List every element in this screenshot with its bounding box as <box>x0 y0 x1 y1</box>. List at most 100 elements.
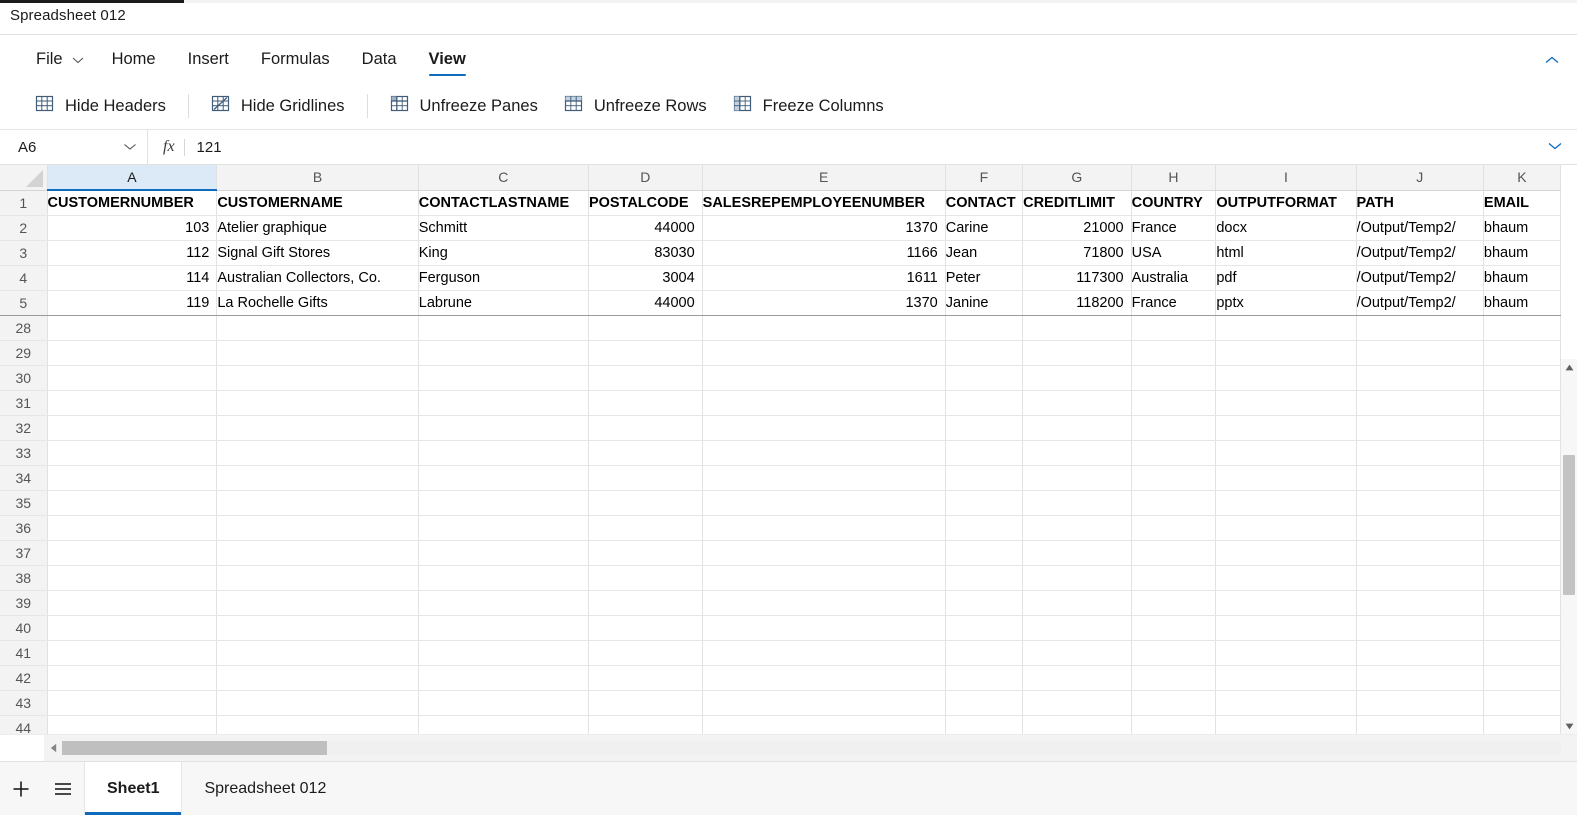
cell-G4[interactable]: 117300 <box>1022 265 1132 291</box>
row-header-40[interactable]: 40 <box>0 615 48 641</box>
row-header-36[interactable]: 36 <box>0 515 48 541</box>
cell-F37[interactable] <box>945 540 1024 566</box>
cell-G3[interactable]: 71800 <box>1022 240 1132 266</box>
hide-headers-button[interactable]: Hide Headers <box>22 89 179 123</box>
cell-F4[interactable]: Peter <box>945 265 1024 291</box>
cell-E43[interactable] <box>702 690 946 716</box>
cell-I5[interactable]: pptx <box>1215 290 1357 316</box>
cell-E28[interactable] <box>702 315 946 341</box>
cell-J40[interactable] <box>1356 615 1484 641</box>
cell-A39[interactable] <box>47 590 218 616</box>
cell-G30[interactable] <box>1022 365 1132 391</box>
cell-I28[interactable] <box>1215 315 1357 341</box>
cell-I33[interactable] <box>1215 440 1357 466</box>
cell-F42[interactable] <box>945 665 1024 691</box>
cell-D1[interactable]: POSTALCODE <box>588 190 703 216</box>
cell-E40[interactable] <box>702 615 946 641</box>
cell-D44[interactable] <box>588 715 703 734</box>
cell-A32[interactable] <box>47 415 218 441</box>
cell-K34[interactable] <box>1483 465 1561 491</box>
cell-I35[interactable] <box>1215 490 1357 516</box>
cell-F39[interactable] <box>945 590 1024 616</box>
cell-J1[interactable]: PATH <box>1356 190 1484 216</box>
cell-J28[interactable] <box>1356 315 1484 341</box>
cell-A34[interactable] <box>47 465 218 491</box>
freeze-columns-button[interactable]: Freeze Columns <box>720 89 897 123</box>
unfreeze-panes-button[interactable]: Unfreeze Panes <box>377 89 551 123</box>
row-header-28[interactable]: 28 <box>0 315 48 341</box>
sheet-tab-sheet1[interactable]: Sheet1 <box>84 762 183 815</box>
cell-D28[interactable] <box>588 315 703 341</box>
cell-D30[interactable] <box>588 365 703 391</box>
sheet-tab-spreadsheet-012[interactable]: Spreadsheet 012 <box>182 762 348 815</box>
cell-D42[interactable] <box>588 665 703 691</box>
vertical-scrollbar[interactable] <box>1561 165 1577 734</box>
row-header-2[interactable]: 2 <box>0 215 48 241</box>
cell-H43[interactable] <box>1131 690 1217 716</box>
cell-G36[interactable] <box>1022 515 1132 541</box>
cell-H30[interactable] <box>1131 365 1217 391</box>
cell-H28[interactable] <box>1131 315 1217 341</box>
cell-G33[interactable] <box>1022 440 1132 466</box>
cell-G38[interactable] <box>1022 565 1132 591</box>
cell-B29[interactable] <box>216 340 419 366</box>
cell-A3[interactable]: 112 <box>47 240 218 266</box>
cell-D3[interactable]: 83030 <box>588 240 703 266</box>
cell-C1[interactable]: CONTACTLASTNAME <box>418 190 589 216</box>
scroll-down-button[interactable] <box>1561 718 1577 734</box>
cell-H36[interactable] <box>1131 515 1217 541</box>
cell-B32[interactable] <box>216 415 419 441</box>
cell-J4[interactable]: /Output/Temp2/ <box>1356 265 1484 291</box>
cell-E37[interactable] <box>702 540 946 566</box>
cell-D31[interactable] <box>588 390 703 416</box>
cell-I32[interactable] <box>1215 415 1357 441</box>
cell-G1[interactable]: CREDITLIMIT <box>1022 190 1132 216</box>
row-header-44[interactable]: 44 <box>0 715 48 734</box>
column-header-a[interactable]: A <box>47 165 218 191</box>
cell-D39[interactable] <box>588 590 703 616</box>
cell-I44[interactable] <box>1215 715 1357 734</box>
cell-B36[interactable] <box>216 515 419 541</box>
cell-D34[interactable] <box>588 465 703 491</box>
unfreeze-rows-button[interactable]: Unfreeze Rows <box>551 89 720 123</box>
scroll-up-button[interactable] <box>1561 359 1577 375</box>
cell-H37[interactable] <box>1131 540 1217 566</box>
cell-I29[interactable] <box>1215 340 1357 366</box>
cell-H32[interactable] <box>1131 415 1217 441</box>
cell-B28[interactable] <box>216 315 419 341</box>
cell-C3[interactable]: King <box>418 240 589 266</box>
cell-C28[interactable] <box>418 315 589 341</box>
cell-C35[interactable] <box>418 490 589 516</box>
cell-G28[interactable] <box>1022 315 1132 341</box>
cell-J5[interactable]: /Output/Temp2/ <box>1356 290 1484 316</box>
cell-I38[interactable] <box>1215 565 1357 591</box>
vertical-scrollbar-thumb[interactable] <box>1563 455 1575 595</box>
cell-I41[interactable] <box>1215 640 1357 666</box>
ribbon-collapse-button[interactable] <box>1541 49 1563 71</box>
cell-J39[interactable] <box>1356 590 1484 616</box>
cell-K33[interactable] <box>1483 440 1561 466</box>
row-header-39[interactable]: 39 <box>0 590 48 616</box>
row-header-41[interactable]: 41 <box>0 640 48 666</box>
cell-K28[interactable] <box>1483 315 1561 341</box>
row-header-43[interactable]: 43 <box>0 690 48 716</box>
cell-I39[interactable] <box>1215 590 1357 616</box>
cell-E4[interactable]: 1611 <box>702 265 946 291</box>
cell-B39[interactable] <box>216 590 419 616</box>
cell-E38[interactable] <box>702 565 946 591</box>
cell-J30[interactable] <box>1356 365 1484 391</box>
cell-A4[interactable]: 114 <box>47 265 218 291</box>
cell-C4[interactable]: Ferguson <box>418 265 589 291</box>
cell-A35[interactable] <box>47 490 218 516</box>
cell-G42[interactable] <box>1022 665 1132 691</box>
cell-K30[interactable] <box>1483 365 1561 391</box>
cell-A43[interactable] <box>47 690 218 716</box>
cell-G41[interactable] <box>1022 640 1132 666</box>
cell-B41[interactable] <box>216 640 419 666</box>
cell-J34[interactable] <box>1356 465 1484 491</box>
cell-K5[interactable]: bhaum <box>1483 290 1561 316</box>
cell-B2[interactable]: Atelier graphique <box>216 215 419 241</box>
cell-E1[interactable]: SALESREPEMPLOYEENUMBER <box>702 190 946 216</box>
cell-H34[interactable] <box>1131 465 1217 491</box>
cell-B44[interactable] <box>216 715 419 734</box>
